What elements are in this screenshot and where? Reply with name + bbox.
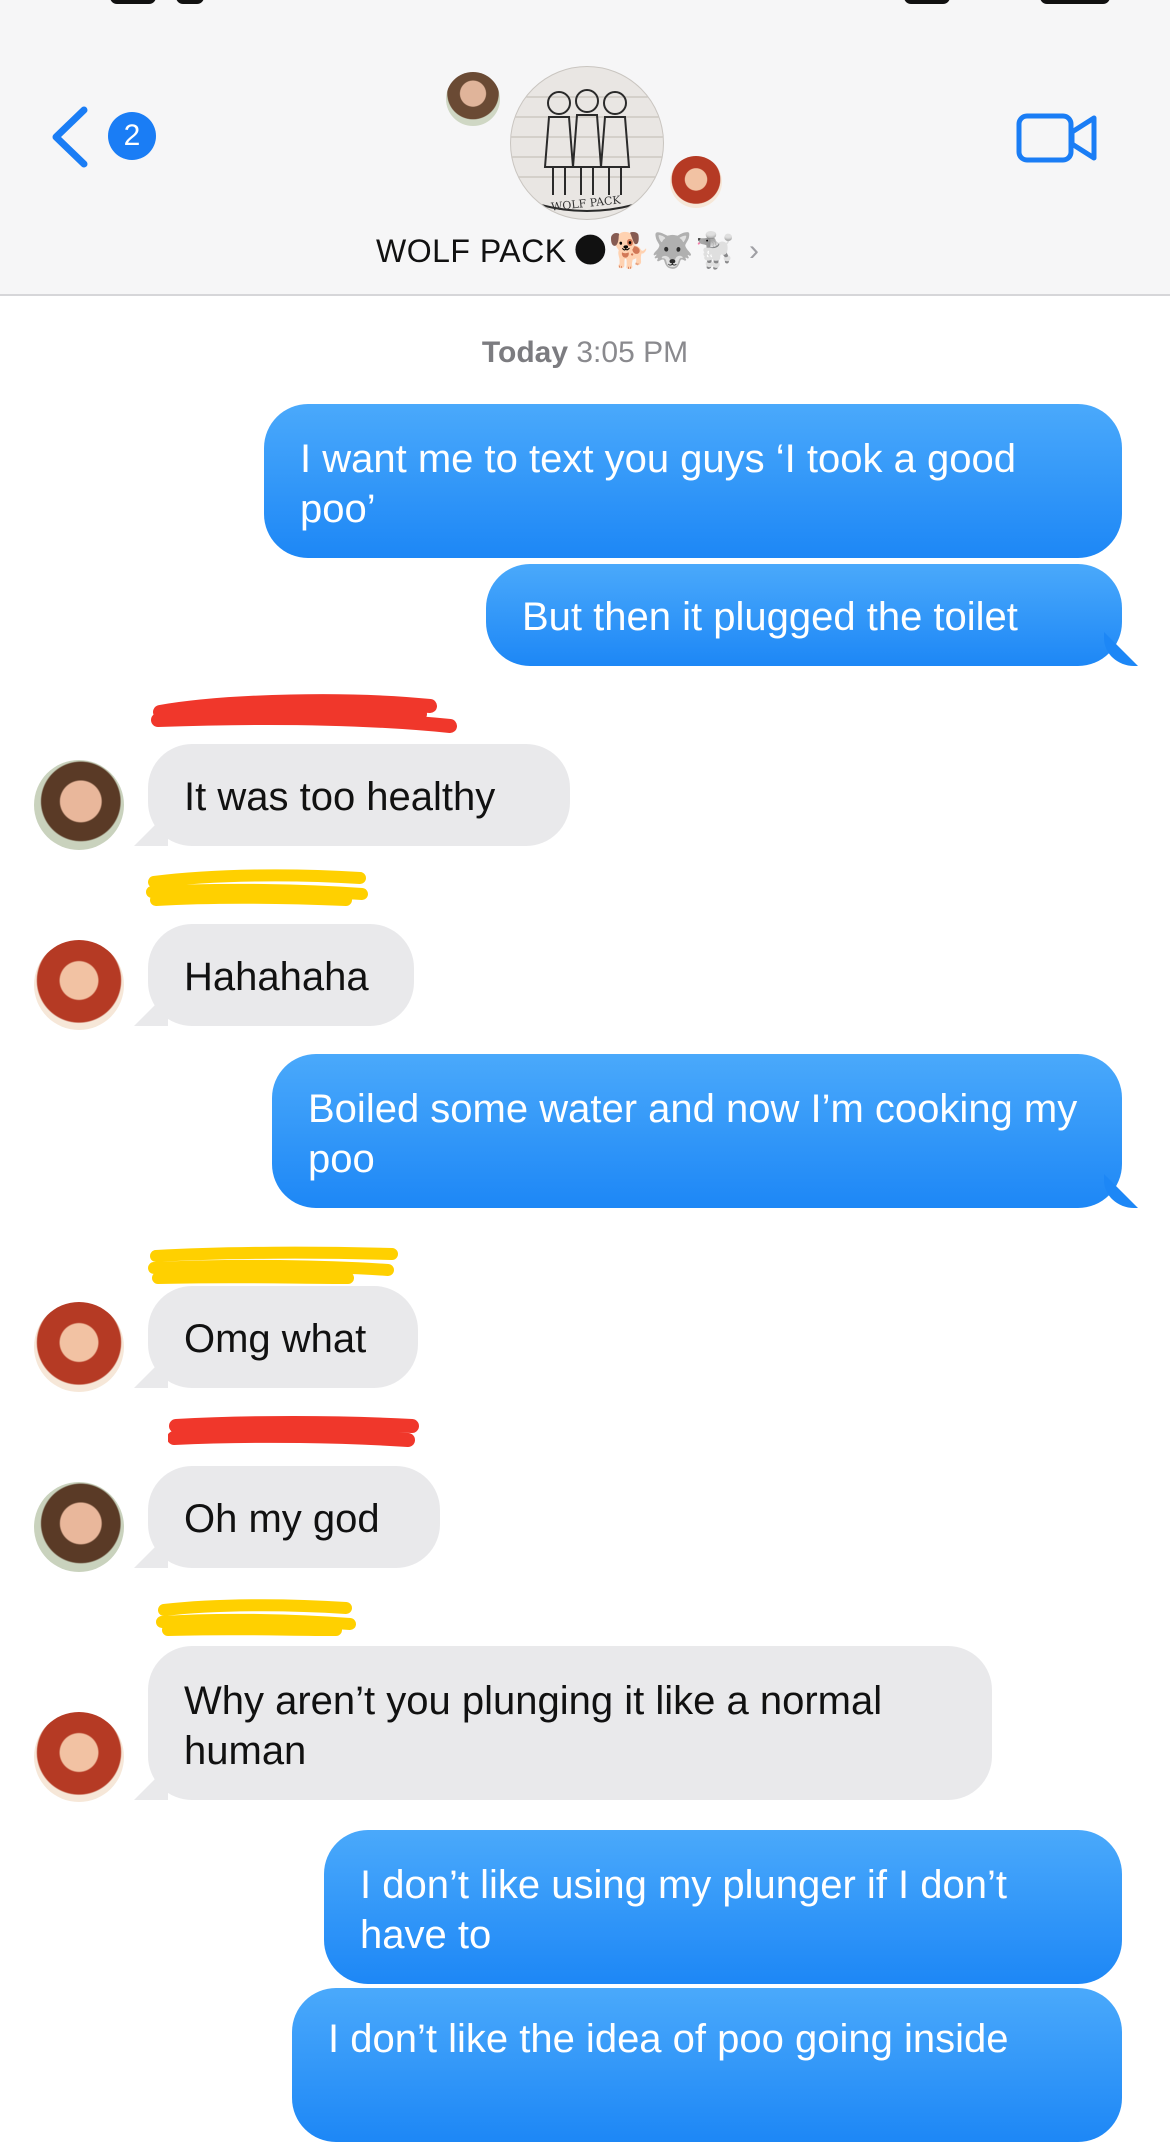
timestamp-time: 3:05 PM xyxy=(576,336,689,369)
group-name: WOLF PACK xyxy=(376,232,567,269)
message-text: Oh my god xyxy=(184,1497,380,1541)
conversation-header: 2 WOLF PACK WOLF PACK 🌑🐕🐺🐩 › xyxy=(0,0,1170,296)
incoming-message[interactable]: Omg what xyxy=(148,1286,418,1388)
message-text: I want me to text you guys ‘I took a goo… xyxy=(300,437,1016,531)
outgoing-message[interactable]: I want me to text you guys ‘I took a goo… xyxy=(264,404,1122,558)
back-button[interactable]: 2 xyxy=(48,102,158,172)
message-text: Boiled some water and now I’m cooking my… xyxy=(308,1087,1078,1181)
outgoing-message[interactable]: But then it plugged the toilet xyxy=(486,564,1122,666)
incoming-message[interactable]: Why aren’t you plunging it like a normal… xyxy=(148,1646,992,1800)
message-text: Omg what xyxy=(184,1317,367,1361)
group-emojis: 🌑🐕🐺🐩 xyxy=(572,232,738,270)
message-text: I don’t like the idea of poo going insid… xyxy=(328,2017,1009,2061)
outgoing-message[interactable]: I don’t like using my plunger if I don’t… xyxy=(324,1830,1122,1984)
chevron-right-icon: › xyxy=(749,234,760,267)
timestamp-day: Today xyxy=(481,336,569,369)
message-text: It was too healthy xyxy=(184,775,496,819)
message-text: Why aren’t you plunging it like a normal… xyxy=(184,1679,883,1773)
redacted-sender-name xyxy=(168,1416,419,1447)
sender-avatar xyxy=(34,1712,124,1802)
message-text: Hahahaha xyxy=(184,955,369,999)
unread-count-badge: 2 xyxy=(108,112,156,160)
group-avatar[interactable]: WOLF PACK xyxy=(510,66,664,220)
back-chevron-icon xyxy=(52,106,88,168)
member-avatar xyxy=(446,72,500,126)
outgoing-message[interactable]: I don’t like the idea of poo going insid… xyxy=(292,1988,1122,2142)
sender-avatar xyxy=(34,1302,124,1392)
sender-avatar xyxy=(34,1482,124,1572)
incoming-message[interactable]: It was too healthy xyxy=(148,744,570,846)
member-avatar xyxy=(670,156,722,208)
video-call-button[interactable] xyxy=(1016,110,1098,166)
message-text: I don’t like using my plunger if I don’t… xyxy=(360,1863,1008,1957)
incoming-message[interactable]: Oh my god xyxy=(148,1466,440,1568)
redacted-sender-name xyxy=(146,869,368,906)
thread-timestamp: Today 3:05 PM xyxy=(0,336,1170,370)
video-camera-icon xyxy=(1016,113,1097,163)
outgoing-message[interactable]: Boiled some water and now I’m cooking my… xyxy=(272,1054,1122,1208)
message-text: But then it plugged the toilet xyxy=(522,595,1018,639)
redacted-sender-name xyxy=(151,694,457,733)
incoming-message[interactable]: Hahahaha xyxy=(148,924,414,1026)
sender-avatar xyxy=(34,940,124,1030)
group-name-button[interactable]: WOLF PACK 🌑🐕🐺🐩 › xyxy=(376,226,760,276)
redacted-sender-name xyxy=(156,1599,356,1636)
sender-avatar xyxy=(34,760,124,850)
status-bar xyxy=(0,0,1170,10)
